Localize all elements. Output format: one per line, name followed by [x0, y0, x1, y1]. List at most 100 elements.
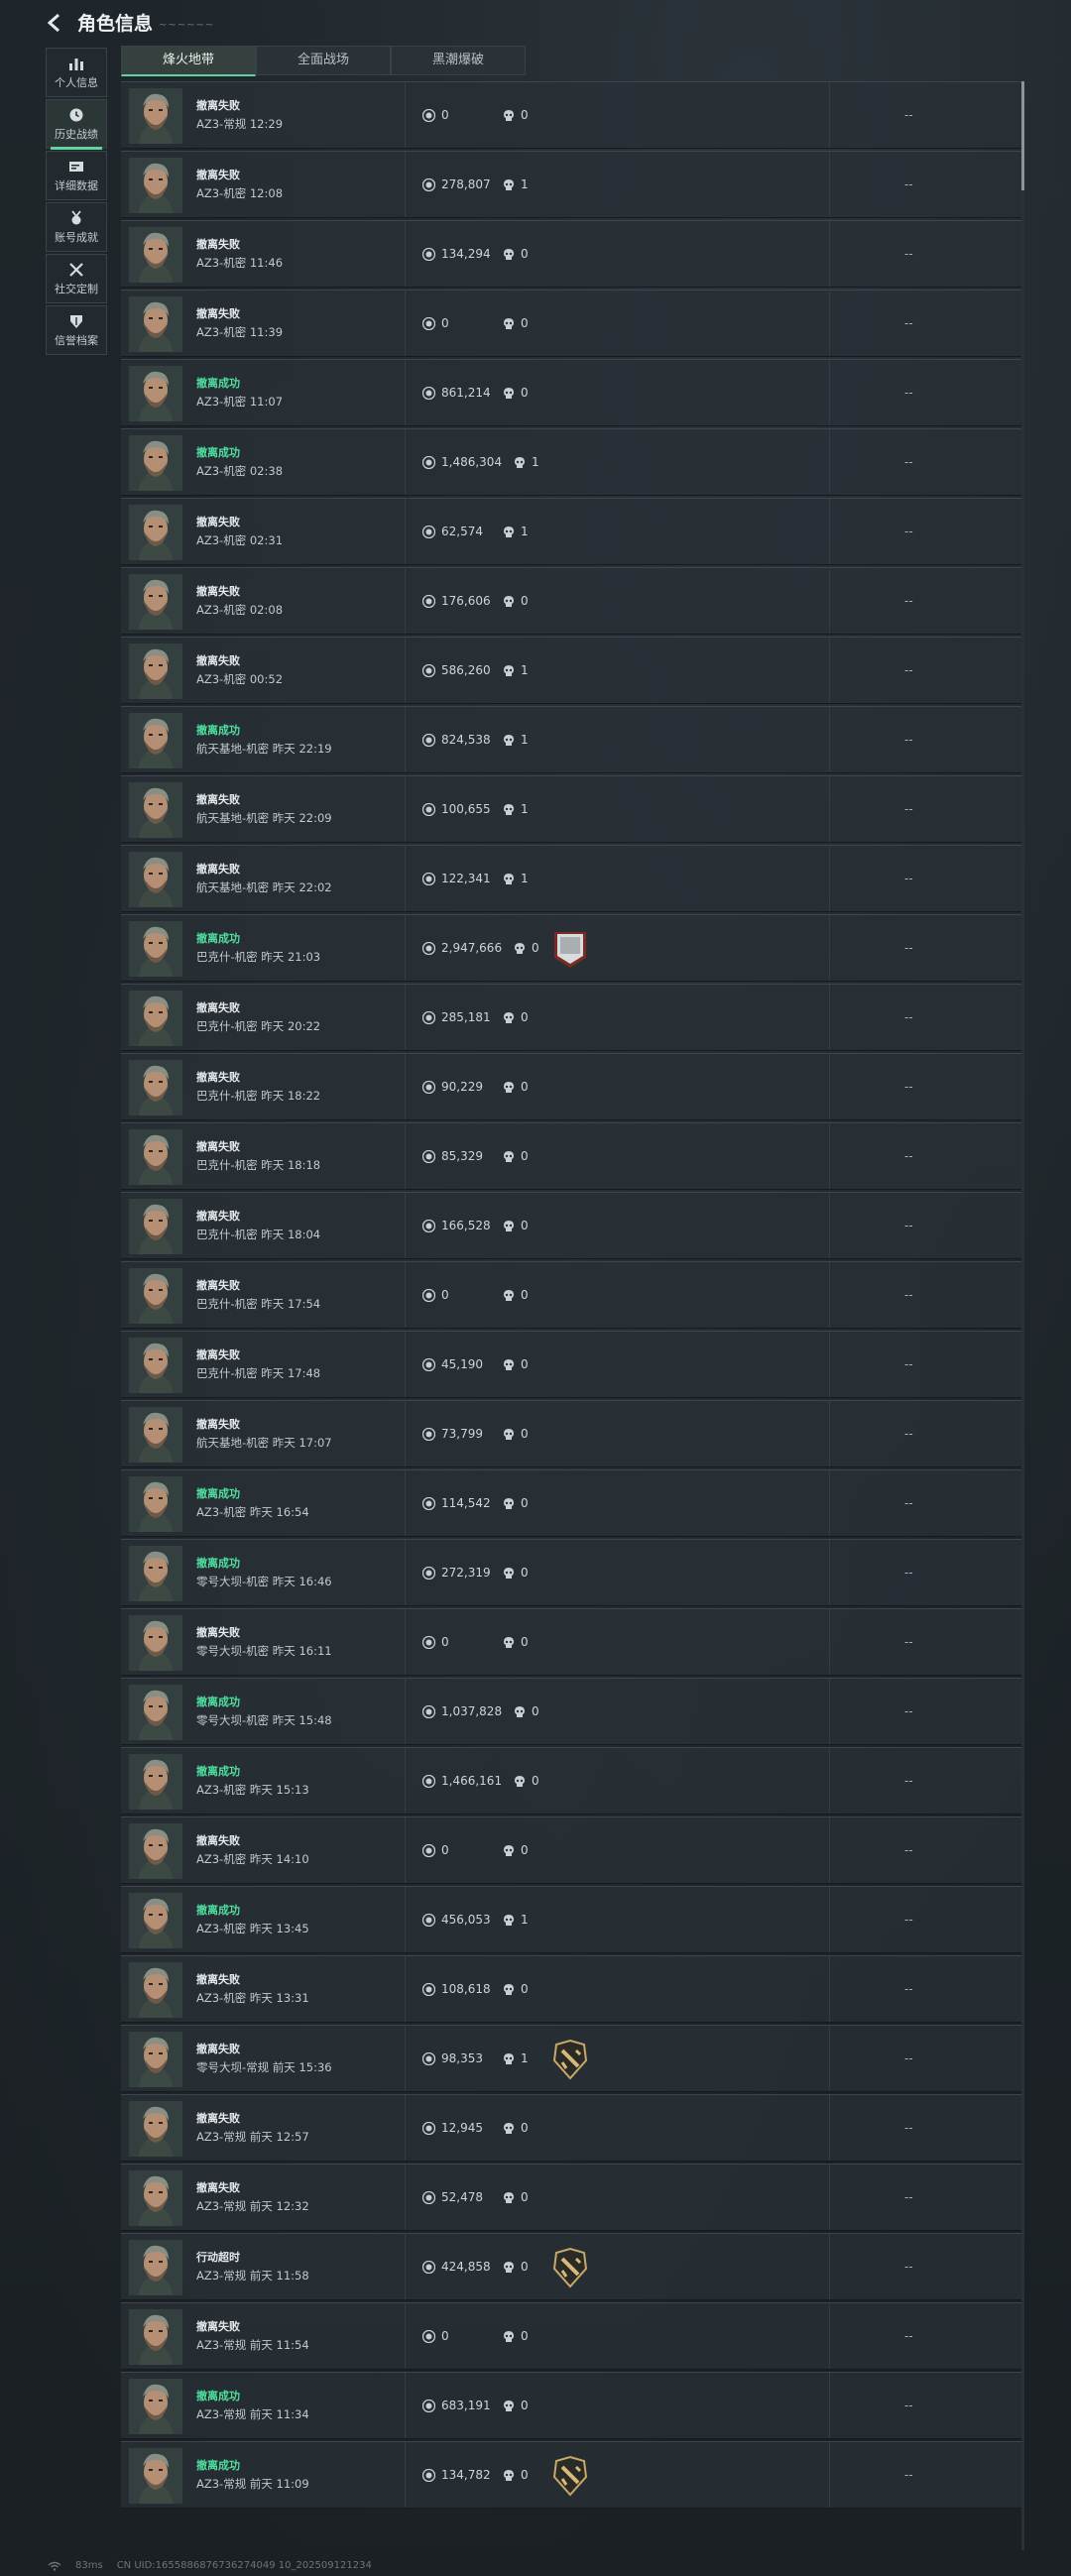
operator-avatar	[129, 1546, 182, 1601]
match-row[interactable]: 撤离失败 零号大坝-机密 昨天 16:11 0 0 --	[121, 1608, 1023, 1676]
match-row[interactable]: 撤离成功 AZ3-机密 昨天 16:54 114,542 0 --	[121, 1469, 1023, 1537]
match-row[interactable]: 撤离失败 AZ3-常规 前天 11:54 0 0 --	[121, 2302, 1023, 2370]
skull-icon	[514, 1775, 526, 1788]
match-row[interactable]: 撤离成功 零号大坝-机密 昨天 16:46 272,319 0 --	[121, 1539, 1023, 1606]
column-divider	[405, 1332, 406, 1397]
match-row[interactable]: 撤离失败 AZ3-机密 02:08 176,606 0 --	[121, 567, 1023, 635]
extraction-status: 撤离失败	[196, 1001, 240, 1014]
match-row[interactable]: 撤离失败 巴克什-机密 昨天 18:22 90,229 0 --	[121, 1053, 1023, 1120]
sidebar-item-social-custom[interactable]: 社交定制	[46, 254, 107, 303]
match-row[interactable]: 撤离失败 AZ3-机密 11:46 134,294 0 --	[121, 220, 1023, 288]
match-row[interactable]: 撤离失败 AZ3-机密 昨天 14:10 0 0 --	[121, 1816, 1023, 1884]
skull-icon	[503, 178, 515, 191]
match-row[interactable]: 撤离失败 航天基地-机密 昨天 17:07 73,799 0 --	[121, 1400, 1023, 1467]
tab-0[interactable]: 烽火地带	[121, 46, 256, 76]
extra-info: --	[904, 1704, 913, 1718]
operator-avatar	[129, 1962, 182, 2018]
back-arrow-icon[interactable]	[44, 12, 65, 34]
loot-value: 108,618	[421, 1982, 491, 1996]
skull-icon	[503, 248, 515, 261]
map-and-time: 巴克什-机密 昨天 21:03	[196, 950, 321, 964]
skull-icon	[503, 803, 515, 816]
gold-rifle-badge[interactable]	[550, 2247, 590, 2288]
match-row[interactable]: 撤离成功 航天基地-机密 昨天 22:19 824,538 1 --	[121, 706, 1023, 773]
match-row[interactable]: 撤离失败 AZ3-机密 12:08 278,807 1 --	[121, 151, 1023, 218]
match-row[interactable]: 撤离失败 AZ3-机密 00:52 586,260 1 --	[121, 637, 1023, 704]
kill-count-text: 0	[521, 1219, 529, 1232]
match-row[interactable]: 撤离失败 航天基地-机密 昨天 22:02 122,341 1 --	[121, 845, 1023, 912]
loot-value: 134,782	[421, 2468, 491, 2482]
match-row[interactable]: 撤离失败 航天基地-机密 昨天 22:09 100,655 1 --	[121, 775, 1023, 843]
extra-info: --	[904, 386, 913, 400]
silver-rank-badge[interactable]	[550, 928, 590, 970]
operator-avatar	[129, 2240, 182, 2295]
match-row[interactable]: 撤离成功 AZ3-机密 11:07 861,214 0 --	[121, 359, 1023, 426]
loot-value-text: 85,329	[441, 1149, 483, 1163]
match-row[interactable]: 撤离失败 AZ3-常规 前天 12:57 12,945 0 --	[121, 2094, 1023, 2162]
kill-count: 0	[514, 1774, 539, 1788]
match-row[interactable]: 撤离失败 AZ3-机密 02:31 62,574 1 --	[121, 498, 1023, 565]
kill-count-text: 0	[521, 2329, 529, 2343]
match-row[interactable]: 撤离成功 AZ3-机密 02:38 1,486,304 1 --	[121, 428, 1023, 496]
loot-value: 52,478	[421, 2190, 483, 2204]
match-row[interactable]: 撤离失败 巴克什-机密 昨天 20:22 285,181 0 --	[121, 984, 1023, 1051]
kill-count-text: 0	[521, 1080, 529, 1094]
match-row[interactable]: 撤离成功 巴克什-机密 昨天 21:03 2,947,666 0 --	[121, 914, 1023, 982]
scrollbar-track[interactable]	[1021, 81, 1024, 2550]
sidebar-item-credit-profile[interactable]: 信誉档案	[46, 305, 107, 355]
match-row[interactable]: 撤离失败 AZ3-常规 12:29 0 0 --	[121, 81, 1023, 149]
loot-value: 73,799	[421, 1427, 483, 1441]
match-row[interactable]: 撤离成功 AZ3-常规 前天 11:09 134,782 0 --	[121, 2441, 1023, 2509]
loot-value: 100,655	[421, 802, 491, 816]
match-row[interactable]: 撤离失败 巴克什-机密 昨天 18:04 166,528 0 --	[121, 1192, 1023, 1259]
column-divider	[829, 1262, 830, 1328]
gold-rifle-badge[interactable]	[550, 2039, 590, 2080]
loot-value-text: 12,945	[441, 2121, 483, 2135]
match-row[interactable]: 行动超时 AZ3-常规 前天 11:58 424,858 0 --	[121, 2233, 1023, 2300]
loot-value: 1,466,161	[421, 1774, 502, 1788]
operator-avatar	[129, 713, 182, 768]
match-row[interactable]: 撤离失败 AZ3-常规 前天 12:32 52,478 0 --	[121, 2164, 1023, 2231]
match-row[interactable]: 撤离成功 AZ3-机密 昨天 13:45 456,053 1 --	[121, 1886, 1023, 1953]
operator-avatar	[129, 921, 182, 977]
column-divider	[405, 291, 406, 356]
skull-icon	[503, 595, 515, 608]
match-row[interactable]: 撤离失败 巴克什-机密 昨天 17:54 0 0 --	[121, 1261, 1023, 1329]
match-row[interactable]: 撤离失败 AZ3-机密 11:39 0 0 --	[121, 290, 1023, 357]
loot-value-text: 683,191	[441, 2399, 491, 2412]
match-row[interactable]: 撤离失败 AZ3-机密 昨天 13:31 108,618 0 --	[121, 1955, 1023, 2023]
match-row[interactable]: 撤离成功 AZ3-机密 昨天 15:13 1,466,161 0 --	[121, 1747, 1023, 1815]
column-divider	[829, 1679, 830, 1744]
coin-icon	[421, 594, 436, 608]
tab-2[interactable]: 黑潮爆破	[391, 46, 526, 75]
column-divider	[405, 1748, 406, 1814]
tab-1[interactable]: 全面战场	[256, 46, 391, 75]
match-row[interactable]: 撤离成功 零号大坝-机密 昨天 15:48 1,037,828 0 --	[121, 1678, 1023, 1745]
skull-icon	[503, 873, 515, 885]
coin-icon	[421, 525, 436, 538]
column-divider	[829, 1540, 830, 1605]
coin-icon	[421, 1219, 436, 1232]
scrollbar-thumb[interactable]	[1021, 81, 1024, 190]
kill-count-text: 0	[532, 941, 539, 955]
column-divider	[829, 1748, 830, 1814]
extraction-status: 撤离成功	[196, 932, 240, 945]
sidebar-item-history-record[interactable]: 历史战绩	[46, 99, 107, 150]
match-row[interactable]: 撤离失败 巴克什-机密 昨天 18:18 85,329 0 --	[121, 1122, 1023, 1190]
column-divider	[829, 1887, 830, 1952]
sidebar-item-detail-data[interactable]: 详细数据	[46, 151, 107, 200]
map-and-time: AZ3-常规 前天 12:57	[196, 2130, 309, 2144]
loot-value-text: 52,478	[441, 2190, 483, 2204]
match-row[interactable]: 撤离失败 零号大坝-常规 前天 15:36 98,353 1 --	[121, 2025, 1023, 2092]
operator-avatar	[129, 158, 182, 213]
loot-value: 0	[421, 2329, 449, 2343]
column-divider	[829, 638, 830, 703]
sidebar-item-achievements[interactable]: 账号成就	[46, 202, 107, 252]
wifi-icon	[48, 2561, 61, 2571]
match-row[interactable]: 撤离失败 巴克什-机密 昨天 17:48 45,190 0 --	[121, 1331, 1023, 1398]
loot-value-text: 824,538	[441, 733, 491, 747]
loot-value: 62,574	[421, 525, 483, 538]
match-row[interactable]: 撤离成功 AZ3-常规 前天 11:34 683,191 0 --	[121, 2372, 1023, 2439]
sidebar-item-personal-info[interactable]: 个人信息	[46, 48, 107, 97]
gold-rifle-badge[interactable]	[550, 2455, 590, 2497]
